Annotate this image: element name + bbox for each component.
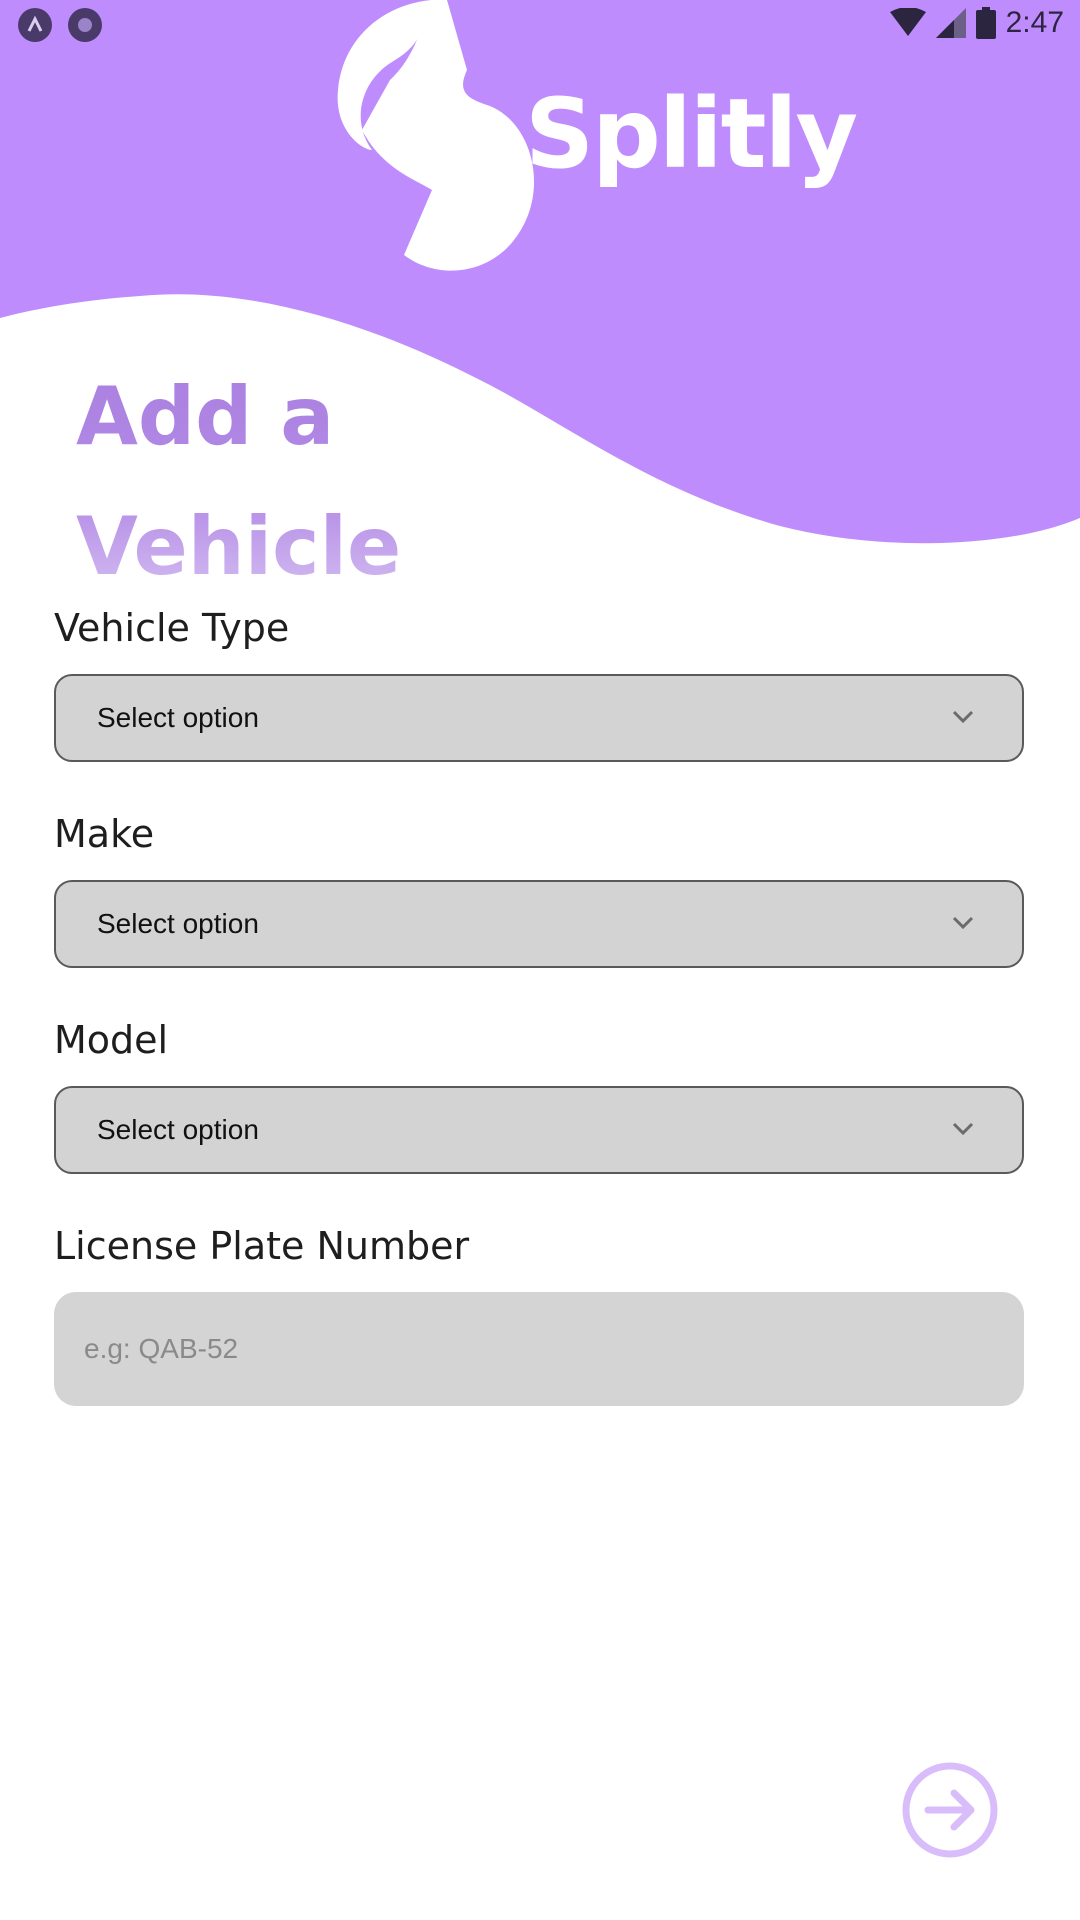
vehicle-type-select[interactable]: Select option [54, 674, 1024, 762]
wifi-icon [889, 8, 926, 36]
model-select[interactable]: Select option [54, 1086, 1024, 1174]
page-title-line2: Vehicle [76, 500, 402, 593]
license-plate-input[interactable] [54, 1292, 1024, 1406]
brand-name: Splitly [525, 78, 858, 190]
model-value: Select option [97, 1114, 259, 1145]
make-value: Select option [97, 908, 259, 939]
make-select[interactable]: Select option [54, 880, 1024, 968]
status-time: 2:47 [1005, 6, 1064, 39]
app-indicator-icon [18, 8, 52, 42]
record-icon [68, 8, 102, 42]
arrow-right-circle-icon[interactable] [900, 1760, 1000, 1860]
vehicle-type-value: Select option [97, 702, 259, 733]
chevron-down-icon [952, 916, 974, 930]
make-label: Make [54, 812, 155, 856]
chevron-down-icon [952, 1122, 974, 1136]
page-title-line1: Add a [76, 370, 335, 463]
chevron-down-icon [952, 710, 974, 724]
license-plate-label: License Plate Number [54, 1224, 470, 1268]
page-title: Add a Vehicle [76, 352, 401, 612]
model-label: Model [54, 1018, 169, 1062]
battery-icon [975, 7, 996, 39]
vehicle-type-label: Vehicle Type [54, 606, 290, 650]
signal-icon [935, 8, 966, 38]
